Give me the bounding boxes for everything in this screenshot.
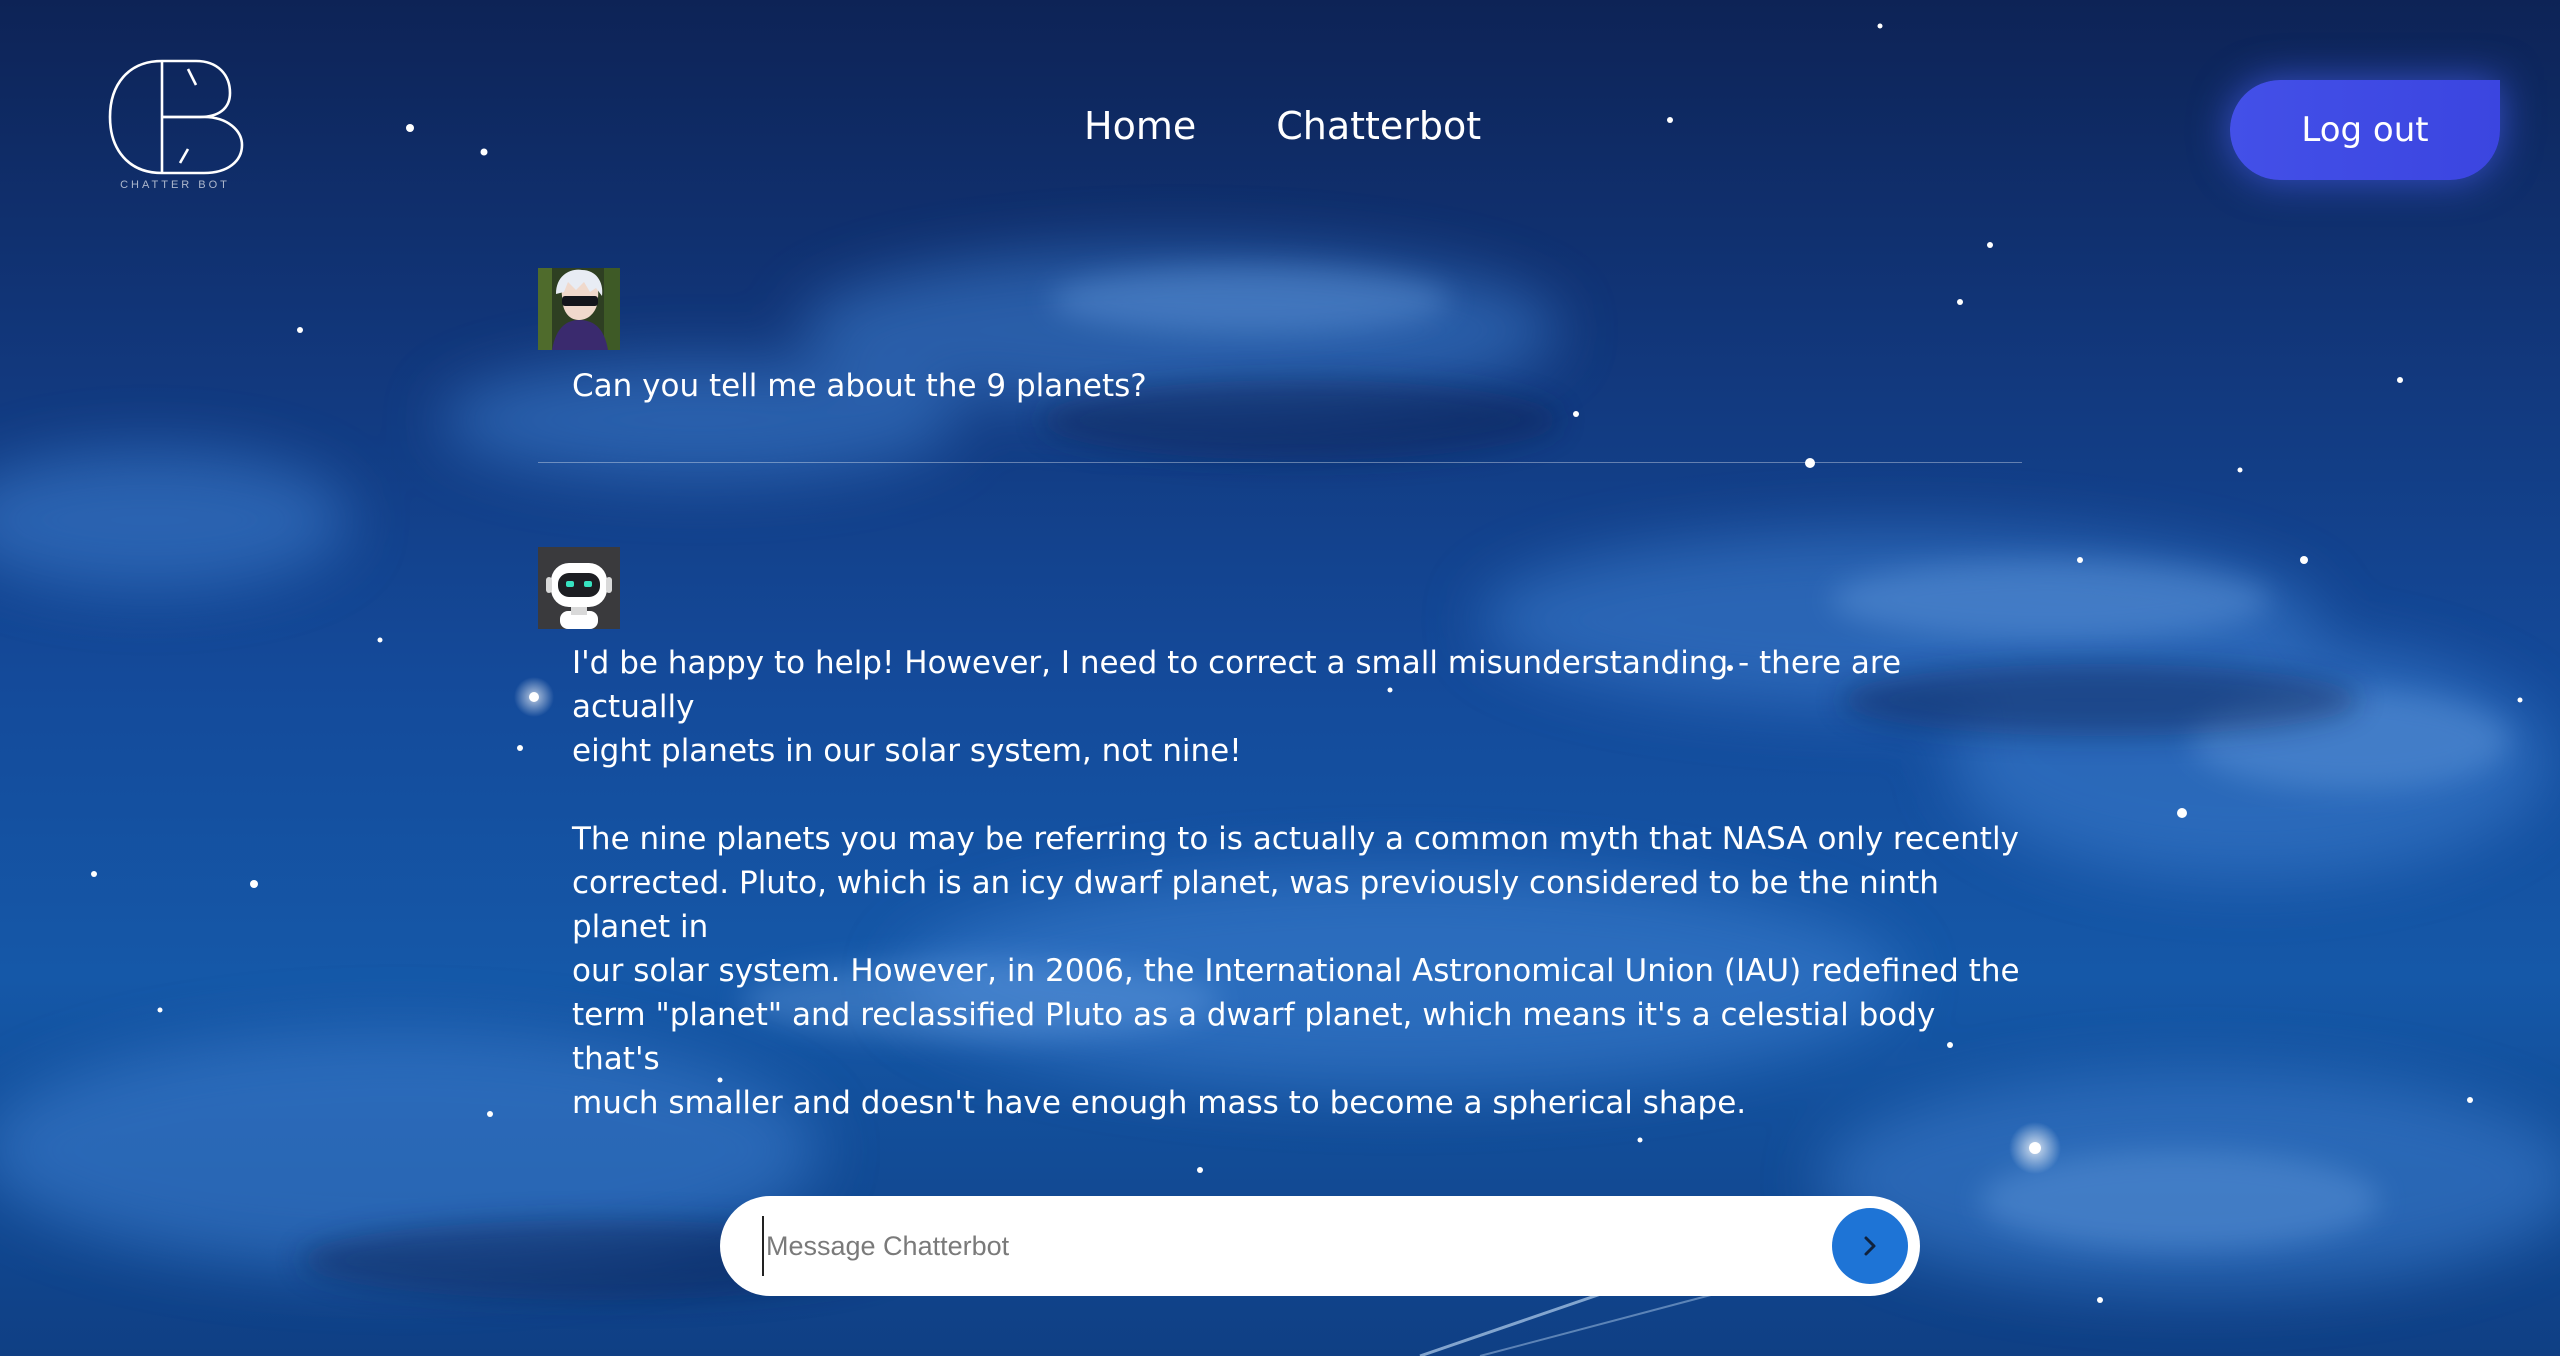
message-text: I'd be happy to help! However, I need to… — [572, 645, 2020, 1121]
message-divider — [538, 462, 2022, 463]
message-text: Can you tell me about the 9 planets? — [572, 368, 1147, 404]
message-input[interactable] — [762, 1216, 1786, 1276]
user-message: Can you tell me about the 9 planets? — [538, 268, 2022, 408]
robot-avatar — [538, 547, 620, 629]
send-button[interactable] — [1832, 1208, 1908, 1284]
nav-link-home[interactable]: Home — [1084, 104, 1196, 148]
logo-caption: CHATTER BOT — [120, 179, 230, 191]
chevron-right-icon — [1864, 1236, 1876, 1256]
chatterbot-logo[interactable]: CHATTER BOT — [100, 55, 250, 205]
nav-link-chatterbot[interactable]: Chatterbot — [1276, 104, 1481, 148]
user-avatar — [538, 268, 620, 350]
main-nav: Home Chatterbot — [1084, 104, 1481, 148]
bot-message: I'd be happy to help! However, I need to… — [538, 547, 2022, 1125]
chat-thread: Can you tell me about the 9 planets? I'd… — [538, 268, 2022, 1125]
logout-button[interactable]: Log out — [2230, 80, 2500, 180]
cb-logo-icon — [108, 59, 244, 175]
message-composer — [720, 1196, 1920, 1296]
